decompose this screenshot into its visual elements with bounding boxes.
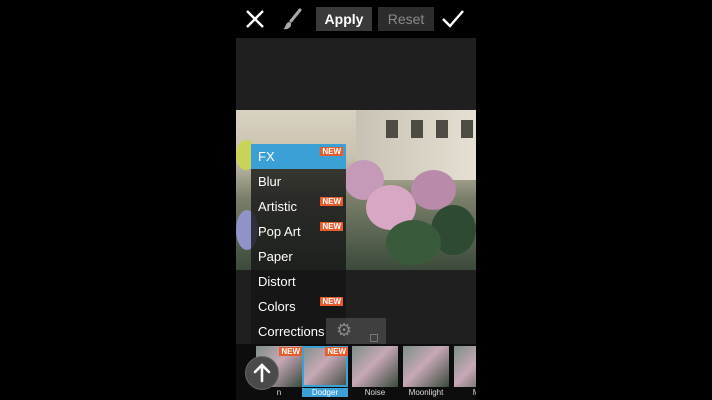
collapse-menu-button[interactable] xyxy=(245,356,279,390)
filter-thumb-noise[interactable]: Noise xyxy=(352,346,398,398)
photo-window xyxy=(386,120,398,138)
menu-item-label: Colors xyxy=(258,299,296,314)
photo-flower xyxy=(411,170,456,210)
new-badge: NEW xyxy=(325,347,348,356)
menu-item-label: Blur xyxy=(258,174,282,189)
top-toolbar: Apply Reset xyxy=(0,0,712,38)
filter-thumb-label: Moonlight xyxy=(408,388,444,397)
filter-thumb-image xyxy=(403,346,449,387)
menu-item-blur[interactable]: Blur xyxy=(251,169,346,194)
new-badge: NEW xyxy=(320,297,343,306)
menu-item-label: FX xyxy=(258,149,275,164)
reset-button[interactable]: Reset xyxy=(378,7,434,31)
new-badge: NEW xyxy=(279,347,302,356)
filter-thumb[interactable]: Mi xyxy=(454,346,476,398)
photo-window xyxy=(411,120,423,138)
filter-thumb-moonlight[interactable]: Moonlight xyxy=(403,346,449,398)
menu-item-colors[interactable]: Colors NEW xyxy=(251,294,346,319)
menu-item-label: Paper xyxy=(258,249,293,264)
menu-item-label: Corrections xyxy=(258,324,325,339)
filter-thumb-image xyxy=(352,346,398,387)
new-badge: NEW xyxy=(320,197,343,206)
menu-item-distort[interactable]: Distort xyxy=(251,269,346,294)
menu-item-pop-art[interactable]: Pop Art NEW xyxy=(251,219,346,244)
expand-icon xyxy=(370,334,378,342)
checkmark-icon[interactable] xyxy=(438,4,468,34)
photo-window xyxy=(436,120,448,138)
apply-button[interactable]: Apply xyxy=(316,7,372,31)
close-icon[interactable] xyxy=(240,4,270,34)
menu-item-fx[interactable]: FX NEW xyxy=(251,144,346,169)
filter-thumb-image xyxy=(454,346,476,387)
filter-thumb-dodger[interactable]: NEW Dodger xyxy=(302,346,348,398)
filter-thumb-label: Noise xyxy=(364,388,386,397)
menu-item-paper[interactable]: Paper xyxy=(251,244,346,269)
filter-thumb-label: Dodger xyxy=(302,388,348,397)
brush-icon[interactable] xyxy=(278,4,308,34)
menu-item-label: Pop Art xyxy=(258,224,301,239)
menu-item-label: Distort xyxy=(258,274,296,289)
filter-thumb-label: Mi xyxy=(454,388,476,397)
new-badge: NEW xyxy=(320,147,343,156)
menu-item-artistic[interactable]: Artistic NEW xyxy=(251,194,346,219)
menu-item-label: Artistic xyxy=(258,199,297,214)
photo-leaves xyxy=(386,220,441,265)
settings-button[interactable]: ⚙ xyxy=(326,318,386,344)
arrow-up-icon xyxy=(253,363,271,383)
new-badge: NEW xyxy=(320,222,343,231)
gear-icon: ⚙ xyxy=(336,320,353,340)
effect-category-menu: FX NEW Blur Artistic NEW Pop Art NEW Pap… xyxy=(251,144,346,344)
photo-window xyxy=(461,120,473,138)
